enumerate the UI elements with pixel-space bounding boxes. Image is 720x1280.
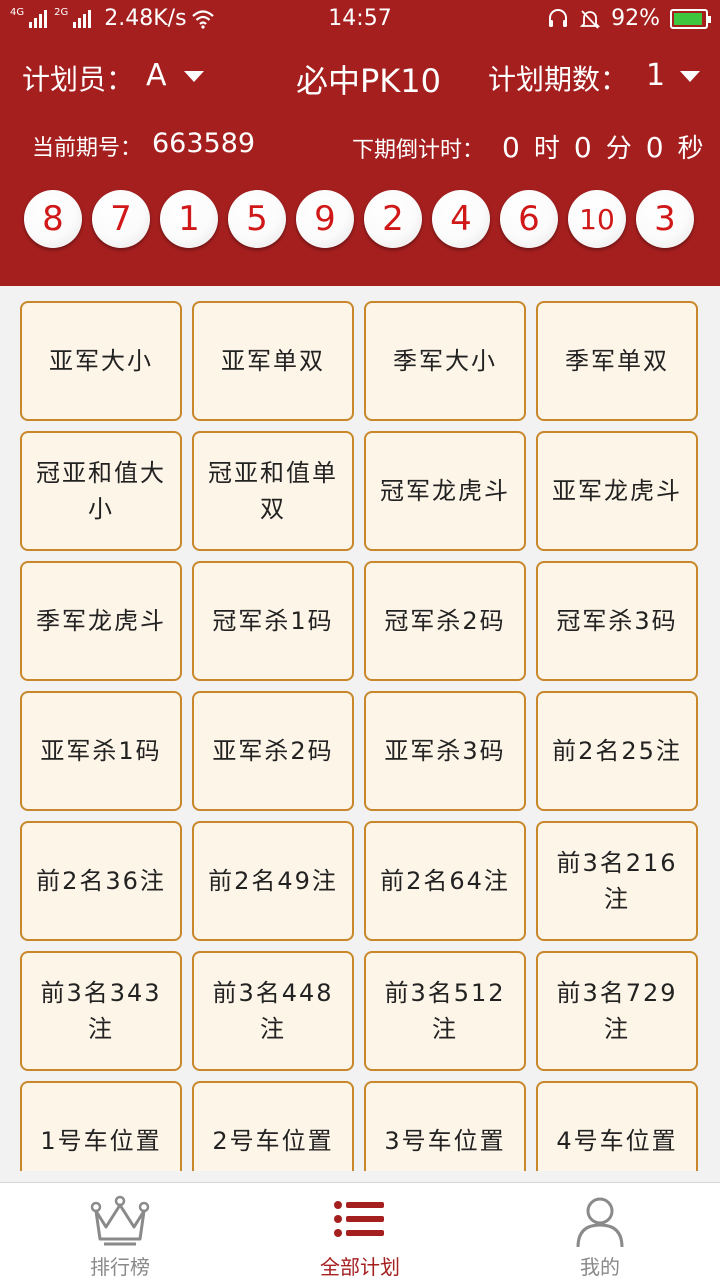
countdown-minutes: 0	[573, 131, 592, 164]
plan-card[interactable]: 前3名729注	[536, 951, 698, 1071]
result-ball: 4	[432, 190, 490, 248]
plan-card[interactable]: 前3名512注	[364, 951, 526, 1071]
plan-card[interactable]: 冠军杀1码	[192, 561, 354, 681]
plan-card[interactable]: 前3名448注	[192, 951, 354, 1071]
list-icon	[334, 1201, 384, 1237]
plan-card[interactable]: 亚军杀1码	[20, 691, 182, 811]
nav-label-ranking: 排行榜	[90, 1255, 150, 1279]
result-ball: 10	[568, 190, 626, 248]
plan-card[interactable]: 前2名36注	[20, 821, 182, 941]
plan-card[interactable]: 前3名343注	[20, 951, 182, 1071]
result-ball: 6	[500, 190, 558, 248]
nav-label-all-plans: 全部计划	[320, 1255, 400, 1279]
planner-dropdown-icon[interactable]	[184, 71, 204, 82]
battery-fill	[674, 12, 702, 25]
plan-card[interactable]: 冠军龙虎斗	[364, 431, 526, 551]
page-title: 必中PK10	[296, 62, 442, 100]
plan-card[interactable]: 3号车位置	[364, 1081, 526, 1171]
result-ball: 3	[636, 190, 694, 248]
result-ball: 2	[364, 190, 422, 248]
plan-card[interactable]: 季军大小	[364, 301, 526, 421]
plan-card[interactable]: 前3名216注	[536, 821, 698, 941]
plan-card[interactable]: 冠军杀2码	[364, 561, 526, 681]
plan-card[interactable]: 亚军单双	[192, 301, 354, 421]
issue-number: 663589	[152, 128, 256, 159]
planner-select[interactable]: A	[146, 58, 167, 93]
header-row-top: 计划员： A 必中PK10 计划期数： 1	[0, 58, 720, 100]
countdown-minutes-unit: 分	[605, 134, 632, 164]
period-dropdown-icon[interactable]	[680, 71, 700, 82]
plan-card[interactable]: 亚军大小	[20, 301, 182, 421]
result-ball: 1	[160, 190, 218, 248]
battery-tip	[708, 15, 711, 23]
countdown-hours: 0	[502, 131, 520, 164]
period-select[interactable]: 1	[646, 58, 665, 93]
countdown-seconds-unit: 秒	[677, 134, 704, 164]
bottom-nav: 排行榜 全部计划 我的	[0, 1182, 720, 1280]
plan-card[interactable]: 冠军杀3码	[536, 561, 698, 681]
status-right: 92%	[547, 6, 711, 31]
result-ball: 5	[228, 190, 286, 248]
headset-icon	[549, 8, 568, 27]
period-label: 计划期数：	[488, 63, 629, 96]
plan-card[interactable]: 亚军龙虎斗	[536, 431, 698, 551]
issue-label: 当前期号：	[32, 136, 143, 161]
plan-list[interactable]: 亚军大小 亚军单双 季军大小 季军单双 冠亚和值大小 冠亚和值单双 冠军龙虎斗 …	[0, 286, 720, 1171]
header-row-issue: 当前期号： 663589 下期倒计时： 0 时 0 分 0 秒	[0, 128, 720, 164]
result-ball: 9	[296, 190, 354, 248]
plan-card[interactable]: 2号车位置	[192, 1081, 354, 1171]
crown-icon	[90, 1195, 150, 1246]
battery-icon	[670, 8, 711, 29]
result-ball: 7	[92, 190, 150, 248]
countdown-label: 下期倒计时：	[352, 138, 485, 163]
planner-label: 计划员：	[22, 63, 135, 96]
result-balls: 8 7 1 5 9 2 4 6 10 3	[24, 190, 694, 248]
plan-card[interactable]: 4号车位置	[536, 1081, 698, 1171]
plan-card[interactable]: 前2名49注	[192, 821, 354, 941]
nav-label-mine: 我的	[580, 1255, 620, 1279]
countdown-hours-unit: 时	[533, 134, 560, 164]
countdown: 下期倒计时： 0 时 0 分 0 秒	[352, 128, 704, 165]
countdown-seconds: 0	[645, 131, 664, 164]
header: 4G 2G 2.48K/s 14:57 92% 计划员： A 必中PK10 计划…	[0, 0, 720, 286]
plan-card[interactable]: 季军单双	[536, 301, 698, 421]
plan-card[interactable]: 亚军杀3码	[364, 691, 526, 811]
plan-card[interactable]: 1号车位置	[20, 1081, 182, 1171]
nav-item-mine[interactable]: 我的	[480, 1183, 720, 1280]
plan-grid: 亚军大小 亚军单双 季军大小 季军单双 冠亚和值大小 冠亚和值单双 冠军龙虎斗 …	[20, 301, 698, 1171]
user-icon	[576, 1197, 624, 1248]
plan-card[interactable]: 冠亚和值大小	[20, 431, 182, 551]
nav-item-all-plans[interactable]: 全部计划	[240, 1183, 480, 1280]
battery-percent: 92%	[611, 6, 660, 31]
plan-card[interactable]: 亚军杀2码	[192, 691, 354, 811]
plan-card[interactable]: 前2名25注	[536, 691, 698, 811]
status-bar: 4G 2G 2.48K/s 14:57 92%	[0, 0, 720, 38]
result-ball: 8	[24, 190, 82, 248]
plan-card[interactable]: 前2名64注	[364, 821, 526, 941]
mute-bell-icon	[579, 9, 601, 29]
nav-item-ranking[interactable]: 排行榜	[0, 1183, 240, 1280]
plan-card[interactable]: 季军龙虎斗	[20, 561, 182, 681]
plan-card[interactable]: 冠亚和值单双	[192, 431, 354, 551]
